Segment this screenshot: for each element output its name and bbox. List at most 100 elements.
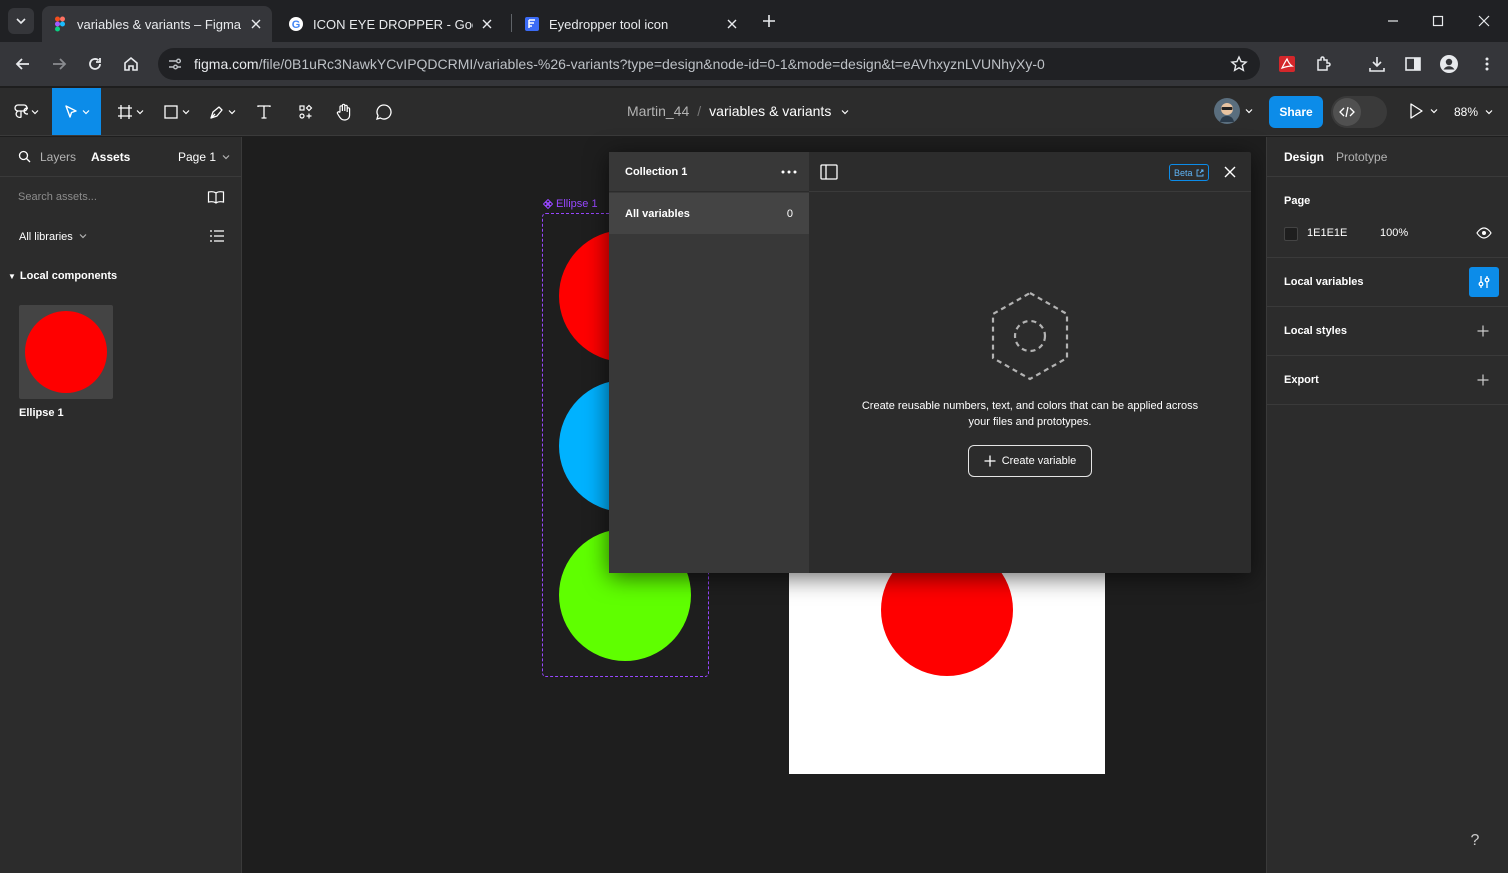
frame-tool-button[interactable] [110, 88, 150, 135]
library-selector[interactable]: All libraries [19, 231, 87, 243]
resources-tool-button[interactable] [292, 88, 320, 135]
reload-button[interactable] [81, 50, 109, 78]
chevron-down-icon [82, 109, 90, 114]
left-panel: Layers Assets Page 1 Search assets... Al… [0, 137, 242, 873]
add-style-button[interactable] [1475, 323, 1491, 339]
local-variables-section: Local variables [1267, 258, 1508, 307]
frame-icon [117, 104, 132, 119]
page-title: Page [1284, 195, 1311, 207]
main-menu-button[interactable] [8, 88, 44, 135]
components-icon [299, 104, 313, 119]
local-variables-modal: Collection 1 All variables 0 Beta Create… [609, 152, 1251, 573]
tab-search-button[interactable] [8, 8, 34, 34]
collection-menu-button[interactable] [779, 164, 799, 180]
page-selector[interactable]: Page 1 [178, 150, 230, 164]
local-styles-title: Local styles [1284, 325, 1347, 337]
collections-sidebar: Collection 1 All variables 0 [609, 152, 809, 573]
page-opacity-value[interactable]: 100% [1380, 227, 1408, 239]
extensions-button[interactable] [1310, 50, 1338, 78]
google-favicon-icon: G [289, 17, 303, 31]
figma-logo-icon [13, 103, 28, 118]
dev-mode-toggle[interactable] [1331, 96, 1387, 128]
asset-search-input[interactable]: Search assets... [18, 191, 97, 203]
new-tab-button[interactable] [758, 10, 780, 32]
close-icon[interactable] [479, 16, 495, 32]
page-color-value[interactable]: 1E1E1E [1307, 227, 1347, 239]
close-icon[interactable] [248, 16, 264, 32]
tab-design[interactable]: Design [1284, 150, 1324, 164]
move-tool-button[interactable] [52, 88, 101, 135]
back-button[interactable] [9, 50, 37, 78]
tab-layers[interactable]: Layers [40, 150, 76, 164]
component-icon [543, 199, 553, 209]
all-variables-label: All variables [625, 208, 690, 220]
chevron-down-icon [79, 234, 87, 239]
document-favicon-icon [525, 17, 539, 31]
tab-prototype[interactable]: Prototype [1336, 150, 1387, 164]
browser-tab-eyedropper[interactable]: Eyedropper tool icon [514, 6, 748, 42]
instance-frame[interactable] [789, 544, 1105, 774]
list-view-icon[interactable] [210, 230, 224, 242]
book-icon[interactable] [207, 190, 225, 204]
pdf-extension-button[interactable] [1273, 50, 1301, 78]
file-name[interactable]: variables & variants [709, 103, 831, 119]
close-icon[interactable] [724, 16, 740, 32]
open-variables-button[interactable] [1469, 267, 1499, 297]
empty-state-text: Create reusable numbers, text, and color… [861, 400, 1199, 428]
address-bar[interactable]: figma.com/file/0B1uRc3NawkYCvIPQDCRMI/va… [158, 48, 1260, 80]
more-vertical-icon [1485, 57, 1489, 71]
present-button[interactable] [1408, 102, 1438, 120]
forward-button[interactable] [45, 50, 73, 78]
toggle-sidebar-icon[interactable] [820, 164, 838, 180]
plus-icon [763, 15, 775, 27]
collection-name[interactable]: Collection 1 [625, 166, 687, 178]
comment-tool-button[interactable] [370, 88, 398, 135]
minimize-button[interactable] [1378, 8, 1408, 34]
share-button[interactable]: Share [1269, 96, 1323, 128]
side-panel-icon [1405, 57, 1421, 71]
chevron-down-icon [228, 109, 235, 114]
chevron-down-icon[interactable] [1245, 107, 1253, 115]
text-icon [257, 104, 271, 119]
zoom-level[interactable]: 88% [1454, 105, 1493, 119]
page-color-swatch[interactable] [1284, 227, 1298, 241]
maximize-button[interactable] [1423, 8, 1453, 34]
help-button[interactable]: ? [1459, 825, 1491, 857]
text-tool-button[interactable] [250, 88, 278, 135]
side-panel-button[interactable] [1399, 50, 1427, 78]
user-avatar[interactable] [1214, 98, 1240, 124]
downloads-button[interactable] [1363, 50, 1391, 78]
profile-button[interactable] [1435, 50, 1463, 78]
project-name[interactable]: Martin_44 [627, 103, 689, 119]
bookmark-star-icon[interactable] [1230, 55, 1248, 73]
component-thumbnail[interactable] [19, 305, 113, 399]
hand-tool-button[interactable] [330, 88, 358, 135]
close-icon [1478, 15, 1490, 27]
search-icon[interactable] [18, 150, 31, 163]
local-components-section[interactable]: ▼ Local components [8, 270, 117, 282]
file-breadcrumb[interactable]: Martin_44/variables & variants [627, 103, 849, 119]
tab-title: Eyedropper tool icon [549, 16, 669, 32]
add-export-button[interactable] [1475, 372, 1491, 388]
close-icon[interactable] [1221, 163, 1239, 181]
component-set-label[interactable]: Ellipse 1 [543, 198, 598, 210]
create-variable-button[interactable]: Create variable [968, 445, 1092, 477]
beta-badge[interactable]: Beta [1169, 164, 1209, 181]
tab-assets[interactable]: Assets [91, 150, 130, 164]
pen-tool-button[interactable] [202, 88, 242, 135]
chevron-down-icon [16, 18, 26, 25]
browser-tab-figma[interactable]: variables & variants – Figma [42, 6, 272, 42]
home-button[interactable] [117, 50, 145, 78]
local-styles-section: Local styles [1267, 307, 1508, 356]
shape-tool-button[interactable] [156, 88, 196, 135]
variables-count: 0 [786, 208, 793, 220]
chevron-down-icon [182, 109, 189, 114]
all-variables-item[interactable]: All variables 0 [609, 193, 809, 234]
chevron-down-icon [1485, 110, 1493, 115]
browser-menu-button[interactable] [1473, 50, 1501, 78]
cursor-icon [65, 104, 77, 118]
site-settings-icon[interactable] [166, 55, 184, 73]
browser-tab-google[interactable]: G ICON EYE DROPPER - Google Search [278, 6, 508, 42]
window-close-button[interactable] [1469, 8, 1499, 34]
eye-icon[interactable] [1476, 227, 1492, 239]
